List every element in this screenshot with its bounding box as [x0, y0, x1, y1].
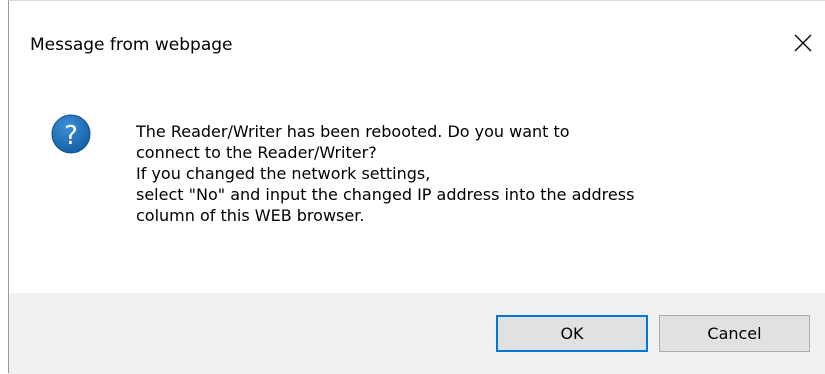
ok-button[interactable]: OK — [496, 315, 648, 352]
dialog-title: Message from webpage — [30, 35, 233, 55]
message-line: connect to the Reader/Writer? — [136, 143, 377, 162]
question-icon: ? — [51, 114, 91, 154]
dialog-message: The Reader/Writer has been rebooted. Do … — [136, 121, 796, 226]
message-line: If you changed the network settings, — [136, 164, 431, 183]
message-dialog: Message from webpage ? The Reader/Writer… — [8, 0, 825, 374]
close-icon — [794, 34, 812, 52]
cancel-button[interactable]: Cancel — [659, 315, 810, 352]
dialog-footer: OK Cancel — [9, 293, 825, 374]
message-line: column of this WEB browser. — [136, 206, 365, 225]
message-line: select "No" and input the changed IP add… — [136, 185, 635, 204]
svg-text:?: ? — [64, 121, 78, 151]
close-button[interactable] — [788, 28, 818, 58]
message-line: The Reader/Writer has been rebooted. Do … — [136, 122, 570, 141]
